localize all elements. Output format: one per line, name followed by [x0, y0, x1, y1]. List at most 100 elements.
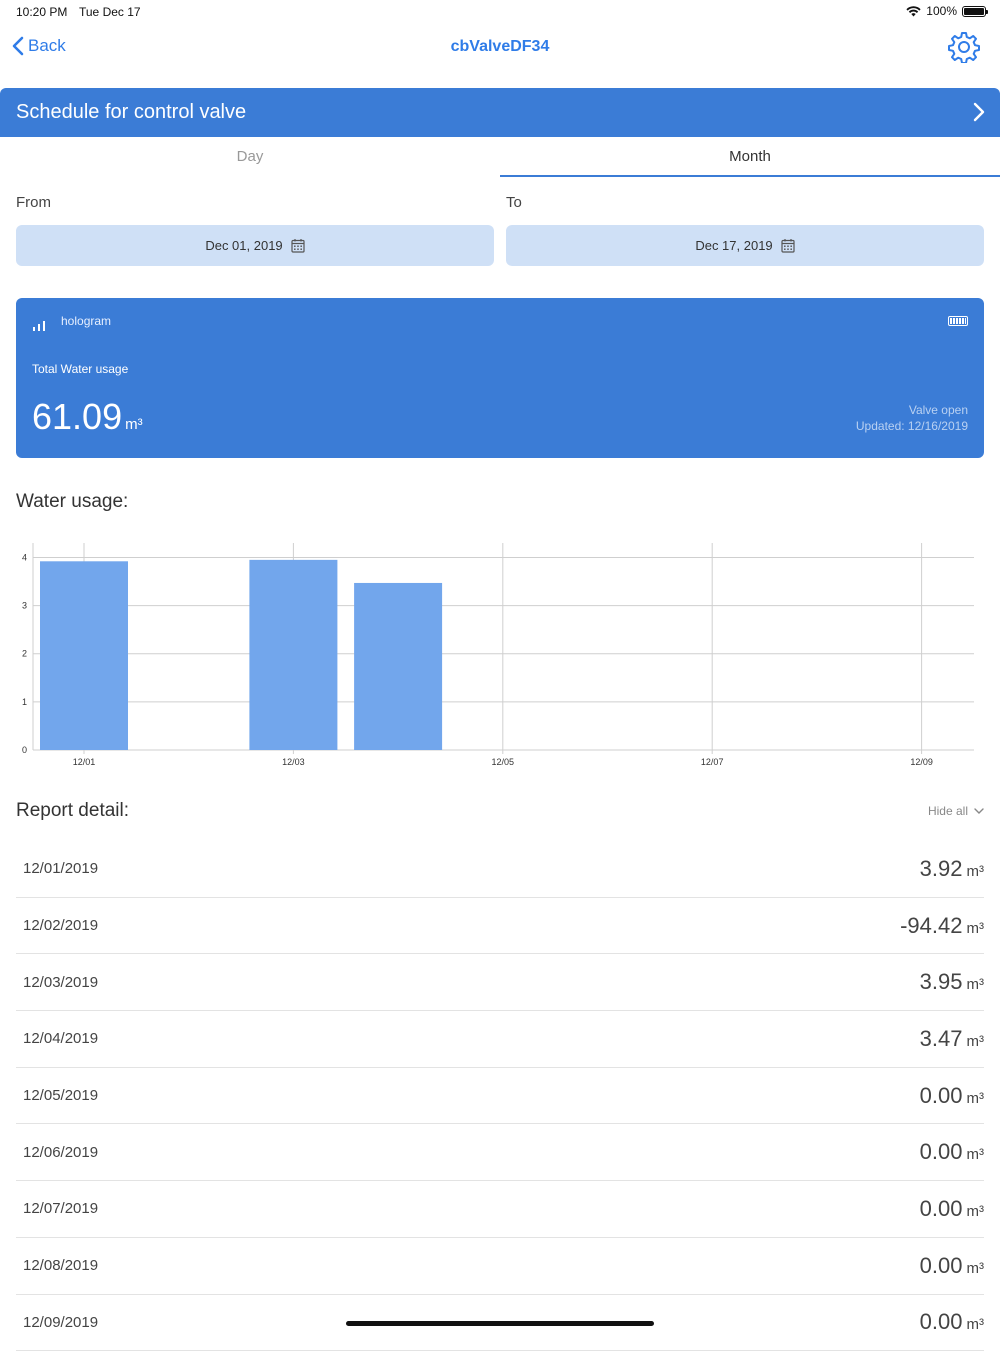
schedule-label: Schedule for control valve [16, 101, 246, 124]
report-row[interactable]: 12/03/2019 3.95m³ [16, 954, 984, 1011]
water-usage-chart: 0 1 2 3 4 12/01 12/03 12/05 12/07 12/09 [0, 535, 1000, 775]
schedule-banner[interactable]: Schedule for control valve [0, 88, 1000, 137]
report-value: 0.00 [920, 1309, 963, 1334]
chart-bar [40, 561, 128, 750]
calendar-icon [291, 238, 305, 253]
report-date: 12/01/2019 [23, 860, 98, 877]
chart-bar [249, 560, 337, 750]
hide-all-label: Hide all [928, 804, 968, 818]
status-time: 10:20 PM [16, 5, 67, 19]
page-title: cbValveDF34 [0, 38, 1000, 56]
report-unit: m³ [967, 1316, 985, 1333]
report-date: 12/02/2019 [23, 917, 98, 934]
y-tick-label: 4 [22, 552, 27, 562]
report-unit: m³ [967, 1146, 985, 1163]
y-tick-label: 2 [22, 649, 27, 659]
from-date-picker[interactable]: Dec 01, 2019 [16, 225, 494, 266]
report-list: 12/01/20193.92m³12/02/2019-94.42m³12/03/… [16, 841, 984, 1351]
report-unit: m³ [967, 920, 985, 937]
report-row[interactable]: 12/01/2019 3.92m³ [16, 841, 984, 898]
report-value-group: 3.92m³ [920, 856, 984, 882]
report-unit: m³ [967, 976, 985, 993]
nav-bar: Back cbValveDF34 [0, 24, 1000, 76]
report-value-group: 0.00m³ [920, 1083, 984, 1109]
report-value-group: 0.00m³ [920, 1139, 984, 1165]
battery-percent: 100% [926, 4, 957, 18]
report-value-group: 3.95m³ [920, 969, 984, 995]
wifi-icon [906, 6, 921, 17]
tab-day[interactable]: Day [0, 137, 500, 177]
report-value: 0.00 [920, 1083, 963, 1108]
carrier-name: hologram [61, 314, 111, 328]
report-value: 3.95 [920, 969, 963, 994]
valve-status: Valve open [909, 403, 968, 417]
to-date-value: Dec 17, 2019 [695, 238, 772, 253]
report-row[interactable]: 12/07/2019 0.00m³ [16, 1181, 984, 1238]
home-indicator [346, 1321, 654, 1326]
y-tick-label: 0 [22, 745, 27, 755]
report-date: 12/05/2019 [23, 1087, 98, 1104]
report-value: -94.42 [900, 913, 962, 938]
x-tick-label: 12/01 [73, 757, 96, 767]
report-date: 12/03/2019 [23, 974, 98, 991]
report-value-group: 0.00m³ [920, 1253, 984, 1279]
usage-summary-card: hologram Total Water usage 61.09m³ Valve… [16, 298, 984, 458]
battery-icon [962, 6, 986, 17]
y-tick-label: 1 [22, 697, 27, 707]
report-date: 12/06/2019 [23, 1144, 98, 1161]
report-unit: m³ [967, 1090, 985, 1107]
gear-icon [948, 31, 980, 63]
report-value-group: 3.47m³ [920, 1026, 984, 1052]
status-indicators: 100% [906, 4, 986, 18]
report-value-group: 0.00m³ [920, 1196, 984, 1222]
y-tick-label: 3 [22, 601, 27, 611]
last-updated: Updated: 12/16/2019 [856, 419, 968, 433]
report-row[interactable]: 12/04/2019 3.47m³ [16, 1011, 984, 1068]
x-tick-label: 12/07 [701, 757, 724, 767]
usage-value: 61.09 [32, 396, 122, 437]
report-date: 12/09/2019 [23, 1314, 98, 1331]
tab-month[interactable]: Month [500, 137, 1000, 177]
usage-total: 61.09m³ [32, 396, 143, 438]
to-label: To [506, 194, 522, 211]
report-unit: m³ [967, 863, 985, 880]
report-row[interactable]: 12/08/2019 0.00m³ [16, 1238, 984, 1295]
report-unit: m³ [967, 1203, 985, 1220]
calendar-icon [781, 238, 795, 253]
to-date-picker[interactable]: Dec 17, 2019 [506, 225, 984, 266]
usage-label: Total Water usage [32, 362, 128, 376]
report-date: 12/04/2019 [23, 1030, 98, 1047]
hide-all-button[interactable]: Hide all [928, 804, 984, 818]
report-value-group: -94.42 m³ [900, 913, 984, 939]
report-row[interactable]: 12/06/2019 0.00m³ [16, 1124, 984, 1181]
report-title: Report detail: [16, 800, 129, 822]
report-value: 3.47 [920, 1026, 963, 1051]
from-label: From [16, 194, 51, 211]
from-date-value: Dec 01, 2019 [205, 238, 282, 253]
report-value-group: 0.00m³ [920, 1309, 984, 1335]
signal-icon [33, 319, 45, 331]
report-value: 0.00 [920, 1253, 963, 1278]
report-value: 3.92 [920, 856, 963, 881]
report-unit: m³ [967, 1033, 985, 1050]
report-value: 0.00 [920, 1196, 963, 1221]
x-tick-label: 12/09 [910, 757, 933, 767]
chevron-down-icon [974, 808, 984, 815]
settings-button[interactable] [948, 31, 980, 63]
x-tick-label: 12/03 [282, 757, 305, 767]
report-date: 12/08/2019 [23, 1257, 98, 1274]
period-tabs: Day Month [0, 137, 1000, 177]
report-date: 12/07/2019 [23, 1200, 98, 1217]
report-row[interactable]: 12/02/2019 -94.42 m³ [16, 898, 984, 955]
chevron-right-icon [972, 102, 986, 122]
report-unit: m³ [967, 1260, 985, 1277]
chart-bar [354, 583, 442, 750]
report-value: 0.00 [920, 1139, 963, 1164]
status-bar: 10:20 PM Tue Dec 17 100% [0, 0, 1000, 24]
x-tick-label: 12/05 [492, 757, 515, 767]
battery-icon [948, 316, 968, 326]
usage-unit: m³ [125, 416, 143, 433]
report-row[interactable]: 12/05/2019 0.00m³ [16, 1068, 984, 1125]
status-date: Tue Dec 17 [79, 5, 141, 19]
chart-title: Water usage: [16, 491, 128, 513]
